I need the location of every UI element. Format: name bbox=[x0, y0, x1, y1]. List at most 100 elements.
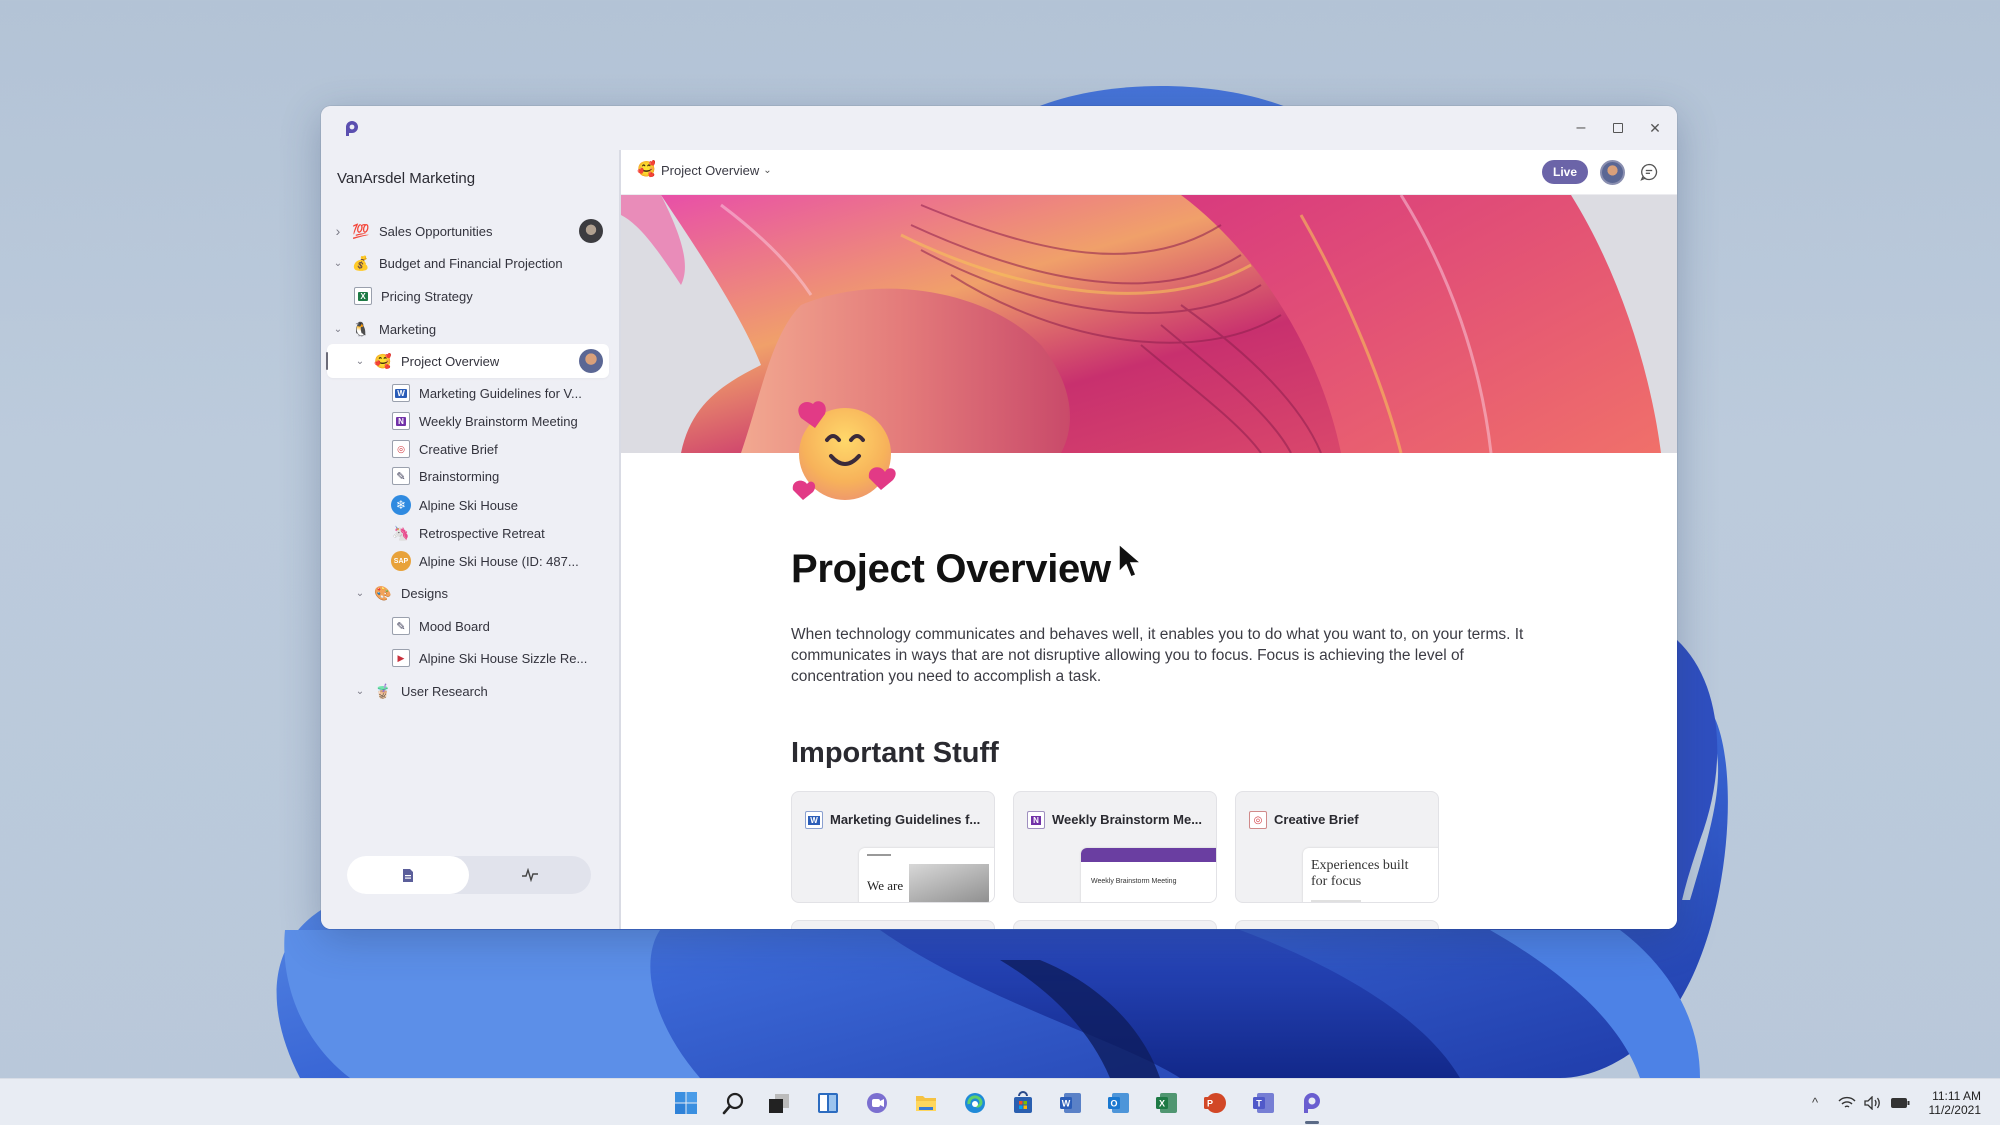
chevron-right-icon[interactable]: › bbox=[331, 223, 345, 239]
file-card[interactable] bbox=[1013, 920, 1217, 929]
search-icon bbox=[721, 1091, 745, 1115]
teams-chat-icon bbox=[865, 1091, 889, 1115]
money-bag-emoji: 💰 bbox=[352, 254, 370, 271]
taskbar-teams[interactable]: T bbox=[1249, 1088, 1279, 1118]
collaborator-avatar[interactable] bbox=[579, 219, 603, 243]
collaborator-avatar[interactable] bbox=[579, 349, 603, 373]
tree-item-label: Creative Brief bbox=[419, 441, 498, 457]
card-thumbnail: Experiences built for focus bbox=[1303, 848, 1438, 902]
taskbar-start[interactable] bbox=[671, 1088, 701, 1118]
tree-item[interactable]: X Pricing Strategy bbox=[327, 279, 609, 313]
teams-app-icon: T bbox=[1252, 1091, 1276, 1115]
taskbar-excel[interactable]: X bbox=[1152, 1088, 1182, 1118]
breadcrumb[interactable]: 🥰 Project Overview ⌄ bbox=[637, 161, 772, 179]
taskbar-edge[interactable] bbox=[960, 1088, 990, 1118]
comment-icon[interactable] bbox=[1639, 162, 1659, 182]
tree-item[interactable]: ⌄ 🎨 Designs bbox=[327, 576, 609, 610]
taskbar-file-explorer[interactable] bbox=[911, 1088, 941, 1118]
tree-item[interactable]: SAP Alpine Ski House (ID: 487... bbox=[327, 544, 609, 578]
tree-item[interactable]: ▶ Alpine Ski House Sizzle Re... bbox=[327, 641, 609, 675]
taskbar-task-view[interactable] bbox=[764, 1088, 794, 1118]
clock-time: 11:11 AM bbox=[1932, 1089, 1981, 1103]
taskbar-powerpoint[interactable]: P bbox=[1200, 1088, 1230, 1118]
chevron-down-icon: ⌄ bbox=[763, 164, 772, 176]
thumb-text: We are bbox=[867, 878, 904, 893]
page-title[interactable]: Project Overview bbox=[791, 547, 1111, 592]
taskbar-word[interactable]: W bbox=[1056, 1088, 1086, 1118]
task-view-icon bbox=[767, 1091, 791, 1115]
tree-item-label: Sales Opportunities bbox=[379, 223, 493, 239]
title-bar[interactable]: – ✕ bbox=[321, 106, 1677, 150]
tree-item[interactable]: ⌄ 💰 Budget and Financial Projection bbox=[327, 246, 609, 280]
tree-item-label: Brainstorming bbox=[419, 468, 500, 484]
tree-item-label: Pricing Strategy bbox=[381, 288, 473, 304]
collaborator-avatar[interactable] bbox=[1600, 160, 1625, 185]
card-thumbnail: Weekly Brainstorm Meeting bbox=[1081, 848, 1216, 902]
activity-tab[interactable] bbox=[469, 856, 591, 894]
active-app-indicator bbox=[1305, 1121, 1319, 1124]
folder-icon bbox=[914, 1091, 938, 1115]
clock-date: 11/2/2021 bbox=[1928, 1103, 1982, 1117]
svg-text:W: W bbox=[1062, 1099, 1071, 1109]
tree-item-label: Alpine Ski House (ID: 487... bbox=[419, 553, 579, 569]
wifi-icon[interactable] bbox=[1838, 1096, 1856, 1110]
widgets-icon bbox=[816, 1091, 840, 1115]
file-card-weekly-brainstorm[interactable]: N Weekly Brainstorm Me... Weekly Brainst… bbox=[1013, 791, 1217, 903]
file-card[interactable] bbox=[791, 920, 995, 929]
tree-item-label: Weekly Brainstorm Meeting bbox=[419, 413, 578, 429]
word-file-icon: W bbox=[805, 811, 823, 829]
pages-tab[interactable] bbox=[347, 856, 469, 894]
tree-item[interactable]: ⌄ 🧋 User Research bbox=[327, 674, 609, 708]
smiling-hearts-emoji-icon: 🥰 bbox=[637, 161, 656, 178]
chevron-down-icon[interactable]: ⌄ bbox=[353, 686, 367, 697]
volume-icon[interactable] bbox=[1864, 1095, 1882, 1110]
file-card-marketing-guidelines[interactable]: W Marketing Guidelines f... We are bbox=[791, 791, 995, 903]
battery-icon[interactable] bbox=[1890, 1097, 1910, 1109]
powerpoint-app-icon: P bbox=[1203, 1091, 1227, 1115]
smiling-hearts-emoji: 🥰 bbox=[374, 352, 392, 369]
sidebar: VanArsdel Marketing › 💯 Sales Opportunitie… bbox=[321, 150, 621, 929]
tree-item-label: Alpine Ski House bbox=[419, 497, 518, 513]
taskbar-store[interactable] bbox=[1008, 1088, 1038, 1118]
tree-item-label: Project Overview bbox=[401, 353, 500, 369]
penguin-emoji: 🐧 bbox=[352, 320, 370, 337]
onenote-file-icon: N bbox=[1027, 811, 1045, 829]
taskbar: W O X P T ^ 11:11 AM 11/2/2021 bbox=[0, 1078, 2000, 1125]
section-heading[interactable]: Important Stuff bbox=[791, 737, 999, 770]
taskbar-widgets[interactable] bbox=[813, 1088, 843, 1118]
chevron-down-icon[interactable]: ⌄ bbox=[331, 324, 345, 335]
cover-image bbox=[621, 195, 1677, 453]
tree-item-label: Marketing bbox=[379, 321, 437, 337]
tree-item[interactable]: › 💯 Sales Opportunities bbox=[327, 214, 609, 248]
chevron-down-icon[interactable]: ⌄ bbox=[331, 258, 345, 269]
system-tray: ^ bbox=[1812, 1079, 1910, 1125]
pdf-file-icon: ◎ bbox=[391, 439, 411, 459]
tree-item[interactable]: ⌄ 🐧 Marketing bbox=[327, 312, 609, 346]
show-hidden-icons-button[interactable]: ^ bbox=[1812, 1095, 1818, 1110]
close-button[interactable]: ✕ bbox=[1640, 115, 1670, 141]
svg-text:X: X bbox=[1159, 1099, 1165, 1109]
file-card[interactable] bbox=[1235, 920, 1439, 929]
tree-item[interactable]: ✎ Mood Board bbox=[327, 609, 609, 643]
taskbar-chat[interactable] bbox=[862, 1088, 892, 1118]
card-title: Marketing Guidelines f... bbox=[830, 812, 981, 827]
loop-app-window: – ✕ VanArsdel Marketing › 💯 Sales Opportun… bbox=[321, 106, 1677, 929]
page-description[interactable]: When technology communicates and behaves… bbox=[791, 624, 1531, 687]
maximize-button[interactable] bbox=[1603, 115, 1633, 141]
page-content: 🥰 Project Overview ⌄ Live Project Overvi… bbox=[621, 150, 1677, 929]
taskbar-clock[interactable]: 11:11 AM 11/2/2021 bbox=[1921, 1089, 1982, 1117]
taskbar-search[interactable] bbox=[718, 1088, 748, 1118]
outlook-app-icon: O bbox=[1107, 1091, 1131, 1115]
thumb-text: Experiences built for focus bbox=[1311, 858, 1409, 889]
page-emoji-icon bbox=[792, 401, 896, 500]
chevron-down-icon[interactable]: ⌄ bbox=[353, 588, 367, 599]
chevron-down-icon[interactable]: ⌄ bbox=[353, 356, 367, 367]
taskbar-loop[interactable] bbox=[1297, 1088, 1327, 1118]
loop-app-icon bbox=[1300, 1091, 1324, 1115]
file-card-creative-brief[interactable]: ◎ Creative Brief Experiences built for f… bbox=[1235, 791, 1439, 903]
tree-item-label: Marketing Guidelines for V... bbox=[419, 385, 582, 401]
minimize-button[interactable]: – bbox=[1566, 115, 1596, 141]
live-button[interactable]: Live bbox=[1542, 160, 1588, 184]
taskbar-outlook[interactable]: O bbox=[1104, 1088, 1134, 1118]
tree-item[interactable]: ⌄ 🥰 Project Overview bbox=[326, 344, 609, 378]
